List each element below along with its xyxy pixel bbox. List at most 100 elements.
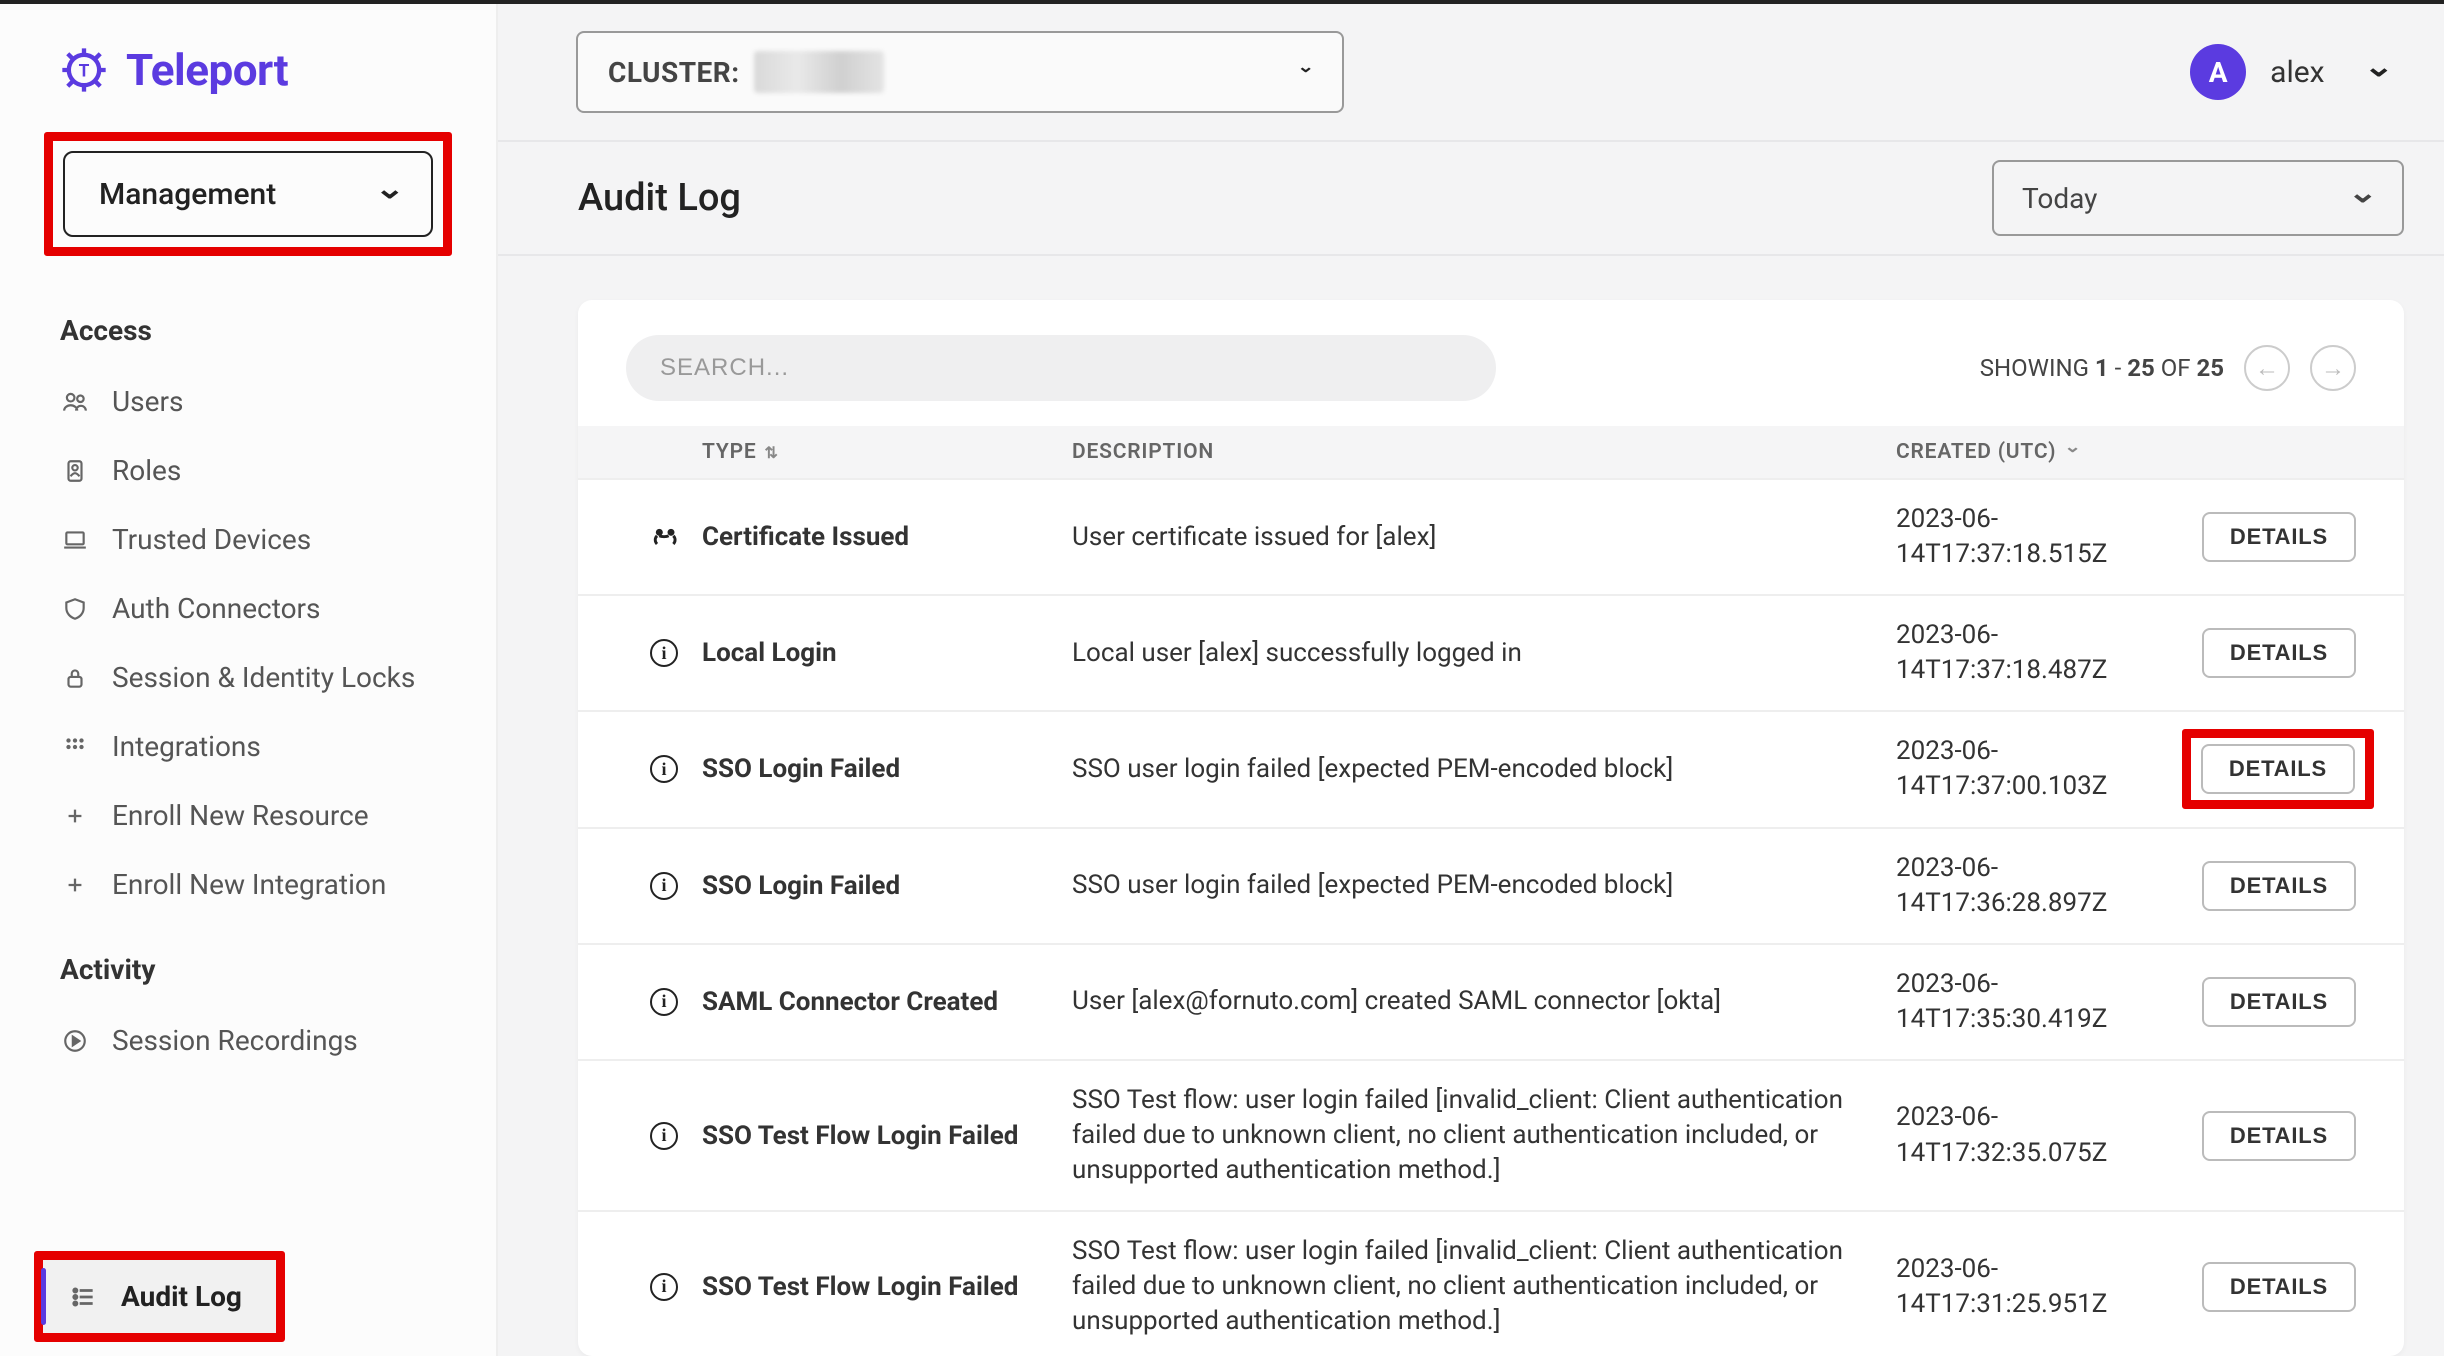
row-actions: DETAILS bbox=[2196, 628, 2356, 678]
row-description: SSO user login failed [expected PEM-enco… bbox=[1072, 868, 1896, 903]
date-range-dropdown[interactable]: Today bbox=[1992, 160, 2404, 236]
user-name: alex bbox=[2270, 55, 2324, 90]
sidebar-item-label: Session Recordings bbox=[112, 1024, 358, 1057]
sidebar-section: Access Users Roles Trusted Devices Auth Conn… bbox=[0, 288, 496, 927]
details-button[interactable]: DETAILS bbox=[2201, 744, 2355, 794]
row-date: 2023-06-14T17:32:35.075Z bbox=[1896, 1100, 2196, 1170]
page-next-button[interactable]: → bbox=[2310, 345, 2356, 391]
chevron-down-icon bbox=[2351, 182, 2374, 215]
page-prev-button[interactable]: ← bbox=[2244, 345, 2290, 391]
search-box[interactable] bbox=[626, 335, 1496, 401]
topbar: CLUSTER: A alex bbox=[498, 4, 2444, 142]
sidebar-item[interactable]: Integrations bbox=[60, 712, 496, 781]
row-description: Local user [alex] successfully logged in bbox=[1072, 636, 1896, 671]
row-type: SAML Connector Created bbox=[702, 987, 1072, 1017]
sidebar-item-label: Users bbox=[112, 385, 183, 418]
sidebar-item[interactable]: Auth Connectors bbox=[60, 574, 496, 643]
row-type: SSO Login Failed bbox=[702, 871, 1072, 901]
audit-card: SHOWING 1 - 25 OF 25 ← → TY bbox=[578, 300, 2404, 1356]
details-button[interactable]: DETAILS bbox=[2202, 1111, 2356, 1161]
row-date: 2023-06-14T17:36:28.897Z bbox=[1896, 851, 2196, 921]
sidebar-item-label: Audit Log bbox=[121, 1280, 242, 1313]
row-type: SSO Login Failed bbox=[702, 754, 1072, 784]
row-type: SSO Test Flow Login Failed bbox=[702, 1121, 1072, 1151]
table-row: Certificate IssuedUser certificate issue… bbox=[578, 478, 2404, 594]
nav-scope-dropdown[interactable]: Management bbox=[63, 151, 433, 237]
lock-icon bbox=[60, 663, 90, 693]
sidebar-item-label: Enroll New Resource bbox=[112, 799, 369, 832]
row-description: SSO Test flow: user login failed [invali… bbox=[1072, 1083, 1896, 1188]
info-icon: i bbox=[626, 988, 702, 1016]
row-actions: DETAILS bbox=[2196, 745, 2356, 793]
sidebar-item[interactable]: Session Recordings bbox=[60, 1006, 496, 1075]
list-icon bbox=[69, 1282, 99, 1312]
teleport-gear-icon: T bbox=[58, 44, 110, 96]
sidebar-item-label: Integrations bbox=[112, 730, 261, 763]
sidebar-item[interactable]: Session & Identity Locks bbox=[60, 643, 496, 712]
row-actions: DETAILS bbox=[2196, 861, 2356, 911]
highlight-nav-dropdown: Management bbox=[44, 132, 452, 256]
avatar: A bbox=[2190, 44, 2246, 100]
details-button[interactable]: DETAILS bbox=[2202, 977, 2356, 1027]
table-row: iSSO Login FailedSSO user login failed [… bbox=[578, 710, 2404, 826]
paging-prefix: SHOWING bbox=[1980, 354, 2089, 382]
highlight-audit-log: Audit Log bbox=[34, 1251, 285, 1342]
row-date: 2023-06-14T17:31:25.951Z bbox=[1896, 1252, 2196, 1322]
row-description: SSO user login failed [expected PEM-enco… bbox=[1072, 752, 1896, 787]
row-date: 2023-06-14T17:35:30.419Z bbox=[1896, 967, 2196, 1037]
sidebar-section: ActivitySession Recordings bbox=[0, 927, 496, 1155]
date-range-label: Today bbox=[2022, 182, 2097, 215]
sidebar-item[interactable]: Trusted Devices bbox=[60, 505, 496, 574]
row-type: Certificate Issued bbox=[702, 522, 1072, 552]
users-icon bbox=[60, 387, 90, 417]
plus-icon bbox=[60, 870, 90, 900]
row-date: 2023-06-14T17:37:18.487Z bbox=[1896, 618, 2196, 688]
table-header: TYPE ⇅ DESCRIPTION CREATED (UTC) bbox=[578, 426, 2404, 478]
details-button[interactable]: DETAILS bbox=[2202, 1262, 2356, 1312]
col-created[interactable]: CREATED (UTC) bbox=[1896, 440, 2196, 464]
sidebar-section-title: Access bbox=[60, 300, 496, 367]
sidebar-item-label: Trusted Devices bbox=[112, 523, 311, 556]
sidebar-item[interactable]: Enroll New Resource bbox=[60, 781, 496, 850]
col-type[interactable]: TYPE ⇅ bbox=[702, 440, 1072, 464]
play-icon bbox=[60, 1026, 90, 1056]
details-button[interactable]: DETAILS bbox=[2202, 512, 2356, 562]
sort-icon: ⇅ bbox=[765, 443, 779, 462]
chevron-down-icon bbox=[1299, 63, 1312, 82]
row-actions: DETAILS bbox=[2196, 1262, 2356, 1312]
info-icon: i bbox=[626, 755, 702, 783]
sidebar-item[interactable]: Enroll New Integration bbox=[60, 850, 496, 919]
details-button[interactable]: DETAILS bbox=[2202, 628, 2356, 678]
search-input[interactable] bbox=[660, 354, 1462, 382]
cluster-value-redacted bbox=[754, 51, 884, 93]
cluster-dropdown[interactable]: CLUSTER: bbox=[576, 31, 1344, 113]
page-header: Audit Log Today bbox=[498, 142, 2444, 256]
plus-icon bbox=[60, 801, 90, 831]
table-row: iSSO Login FailedSSO user login failed [… bbox=[578, 827, 2404, 943]
sidebar-item[interactable]: Users bbox=[60, 367, 496, 436]
row-date: 2023-06-14T17:37:18.515Z bbox=[1896, 502, 2196, 572]
row-description: User [alex@fornuto.com] created SAML con… bbox=[1072, 984, 1896, 1019]
highlight-details-button: DETAILS bbox=[2182, 729, 2374, 809]
sidebar-item[interactable]: Roles bbox=[60, 436, 496, 505]
row-description: User certificate issued for [alex] bbox=[1072, 520, 1896, 555]
sidebar-item-audit-log[interactable]: Audit Log bbox=[43, 1260, 276, 1333]
shield-icon bbox=[60, 594, 90, 624]
svg-text:T: T bbox=[79, 62, 90, 82]
user-menu[interactable]: A alex bbox=[2190, 44, 2390, 100]
sidebar-item-label: Enroll New Integration bbox=[112, 868, 386, 901]
row-type: SSO Test Flow Login Failed bbox=[702, 1272, 1072, 1302]
paging-to: 25 bbox=[2127, 354, 2155, 382]
info-icon: i bbox=[626, 1273, 702, 1301]
sidebar-item-label: Auth Connectors bbox=[112, 592, 321, 625]
pagination: SHOWING 1 - 25 OF 25 ← → bbox=[1980, 345, 2356, 391]
paging-total: 25 bbox=[2196, 354, 2224, 382]
chevron-down-icon bbox=[378, 178, 401, 211]
sidebar: T Teleport Management AccessUsersRolesTr… bbox=[0, 4, 498, 1356]
paging-of: OF bbox=[2161, 354, 2191, 382]
info-icon: i bbox=[626, 1122, 702, 1150]
sidebar-item-label: Session & Identity Locks bbox=[112, 661, 415, 694]
chevron-down-icon bbox=[2367, 56, 2390, 89]
details-button[interactable]: DETAILS bbox=[2202, 861, 2356, 911]
nav-scope-label: Management bbox=[99, 177, 276, 212]
